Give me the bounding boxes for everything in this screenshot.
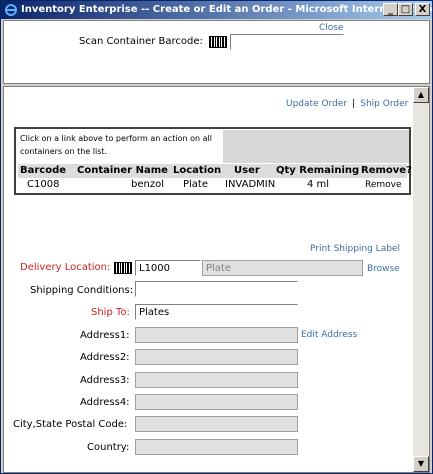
address2-label: Address2: <box>80 352 130 363</box>
close-link[interactable]: Close <box>319 23 344 33</box>
cell-user: INVADMIN <box>225 179 276 190</box>
address3-input <box>135 372 298 388</box>
containers-table-header: Barcode Container Name Location User Qty… <box>18 164 412 178</box>
address2-input <box>135 349 298 365</box>
col-container-name: Container Name <box>77 165 168 176</box>
delivery-location-code-input[interactable] <box>135 260 201 276</box>
col-user: User <box>234 165 260 176</box>
browse-link[interactable]: Browse <box>367 264 400 274</box>
title-bar[interactable]: Inventory Enterprise -- Create or Edit a… <box>1 1 433 19</box>
country-label: Country: <box>87 442 130 453</box>
barcode-icon <box>209 36 227 48</box>
scan-barcode-input[interactable] <box>230 34 344 50</box>
minimize-button[interactable]: _ <box>383 3 398 16</box>
scroll-up-button[interactable]: ▲ <box>413 87 429 103</box>
containers-panel: Click on a link above to perform an acti… <box>14 127 412 195</box>
action-instructions: Click on a link above to perform an acti… <box>20 134 212 156</box>
scroll-down-button[interactable]: ▼ <box>413 456 429 472</box>
print-shipping-label-link[interactable]: Print Shipping Label <box>310 244 400 254</box>
browser-window: Inventory Enterprise -- Create or Edit a… <box>0 0 433 474</box>
address4-label: Address4: <box>80 397 130 408</box>
address1-label: Address1: <box>80 330 130 341</box>
delivery-barcode-icon <box>114 262 132 274</box>
address3-label: Address3: <box>80 375 130 386</box>
order-frame: Update Order | Ship Order Click on a lin… <box>3 86 430 473</box>
delivery-location-name-input <box>202 260 363 276</box>
city-state-postal-label: City,State Postal Code: <box>13 419 128 430</box>
scan-frame: Close Scan Container Barcode: <box>3 20 430 84</box>
internet-explorer-icon <box>5 4 17 16</box>
ship-to-input[interactable] <box>135 304 298 320</box>
shipping-conditions-input[interactable] <box>135 281 298 297</box>
ship-order-link[interactable]: Ship Order <box>360 99 408 109</box>
cell-qty: 4 ml <box>307 179 330 190</box>
edit-address-link[interactable]: Edit Address <box>301 330 357 340</box>
close-window-button[interactable]: X <box>415 3 430 16</box>
cell-location: Plate <box>183 179 209 190</box>
window-title: Inventory Enterprise -- Create or Edit a… <box>21 4 433 15</box>
vertical-scrollbar[interactable]: ▲ ▼ <box>413 87 429 472</box>
remove-link[interactable]: Remove <box>365 178 402 192</box>
update-order-link[interactable]: Update Order <box>286 99 347 109</box>
col-qty-remaining: Qty Remaining <box>276 165 360 176</box>
col-remove: Remove? <box>361 165 412 176</box>
delivery-location-label: Delivery Location: <box>20 262 111 273</box>
table-row: C1008 benzol Plate INVADMIN 4 ml Remove <box>18 178 407 192</box>
col-barcode: Barcode <box>20 165 67 176</box>
maximize-button[interactable]: □ <box>398 3 413 16</box>
info-filler <box>223 130 409 163</box>
country-input <box>135 439 298 455</box>
scan-barcode-label: Scan Container Barcode: <box>79 36 203 47</box>
address4-input <box>135 394 298 410</box>
ship-to-label: Ship To: <box>91 307 130 318</box>
cell-barcode: C1008 <box>27 179 60 190</box>
city-state-postal-input <box>135 416 298 432</box>
order-actions: Update Order | Ship Order <box>286 91 408 110</box>
action-separator: | <box>352 99 356 109</box>
address1-input <box>135 327 298 343</box>
cell-container-name: benzol <box>131 179 164 190</box>
col-location: Location <box>173 165 222 176</box>
shipping-conditions-label: Shipping Conditions: <box>30 285 134 296</box>
